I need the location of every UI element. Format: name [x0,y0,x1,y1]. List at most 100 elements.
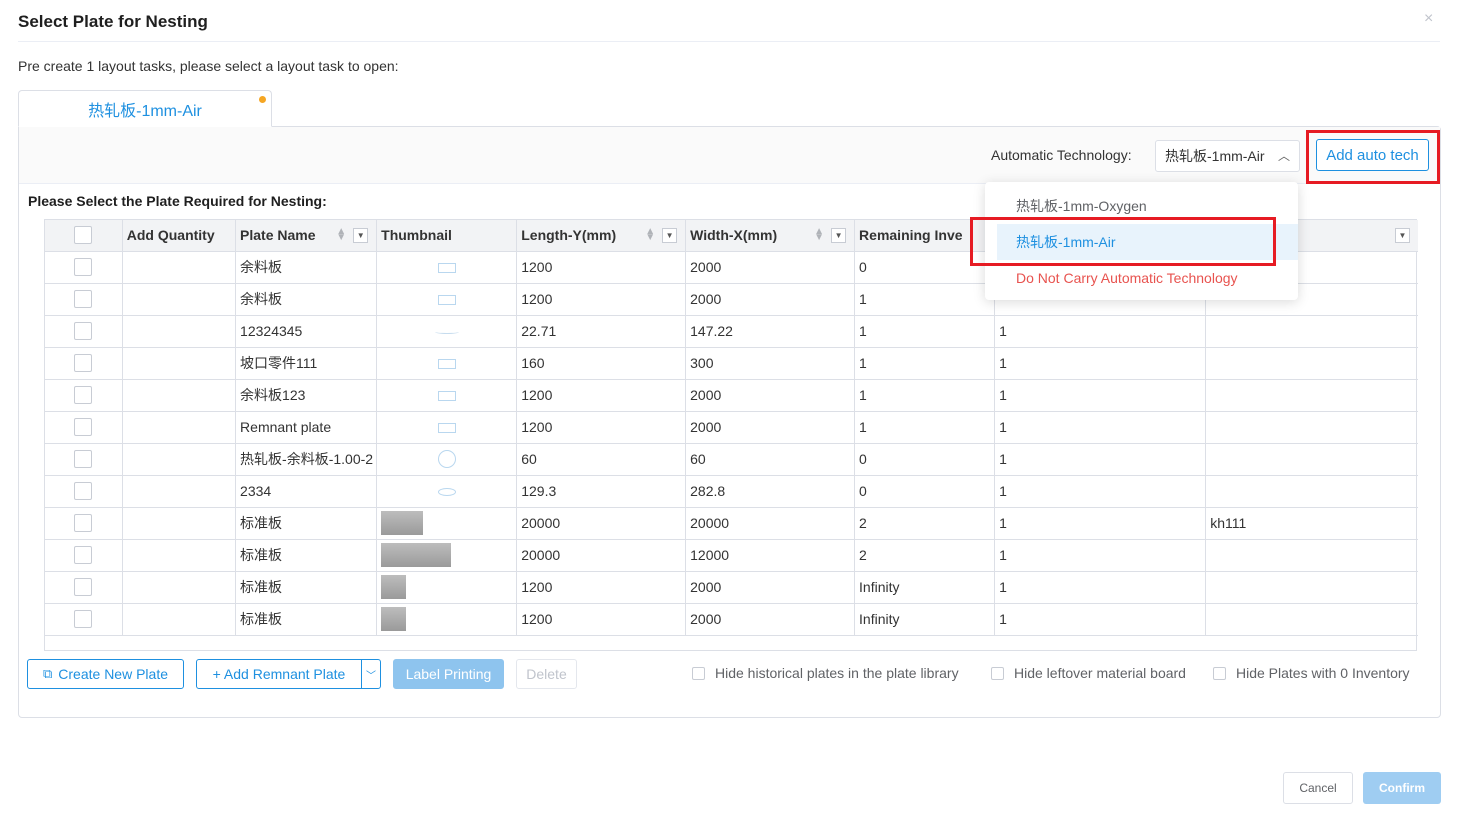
add-quantity-cell[interactable] [122,379,237,412]
col7-cell: kh111 [1205,507,1418,540]
header-add-quantity: Add Quantity [122,220,237,252]
thumbnail-cell [376,443,518,476]
label-printing-button[interactable]: Label Printing [393,659,504,689]
plate-thumbnail [437,450,456,469]
row-checkbox[interactable] [74,290,93,309]
hide-zero-inventory-option[interactable]: Hide Plates with 0 Inventory [1213,665,1410,681]
select-all-header [45,220,123,252]
add-quantity-cell[interactable] [122,315,237,348]
filter-icon[interactable]: ▼ [353,228,369,243]
remaining-cell: 0 [854,443,996,476]
add-auto-tech-button[interactable]: Add auto tech [1316,139,1429,171]
row-checkbox[interactable] [74,610,93,629]
col7-cell [1205,539,1418,572]
col6-cell: 1 [994,475,1207,508]
hide-zero-inventory-checkbox[interactable] [1213,666,1226,680]
add-quantity-cell[interactable] [122,443,237,476]
row-checkbox[interactable] [74,514,93,533]
row-checkbox[interactable] [74,450,93,469]
header-width[interactable]: Width-X(mm) ▲ ▼ ▼ [685,220,856,252]
thumbnail-cell [376,411,518,444]
add-quantity-cell[interactable] [122,347,237,380]
length-cell: 22.71 [516,315,687,348]
hide-leftover-option[interactable]: Hide leftover material board [991,665,1186,681]
select-all-checkbox[interactable] [74,226,93,245]
thumbnail-cell [376,507,518,540]
row-checkbox[interactable] [74,258,93,277]
col7-cell [1205,315,1418,348]
create-new-plate-label: Create New Plate [58,666,168,682]
thumbnail-cell [376,571,518,604]
row-checkbox[interactable] [74,386,93,405]
tech-select[interactable]: 热轧板-1mm-Air ︿ [1155,140,1300,172]
chevron-down-icon[interactable]: ﹀ [361,659,381,689]
length-cell: 1200 [516,379,687,412]
table-row[interactable]: 热轧板-余料板-1.00-2 60 60 0 1 [45,443,1418,476]
plate-name-cell: 2334 [235,475,378,508]
col7-cell [1205,347,1418,380]
add-quantity-cell[interactable] [122,251,237,284]
row-select-cell [45,571,123,604]
header-plate-name[interactable]: Plate Name ▲ ▼ ▼ [235,220,378,252]
delete-button[interactable]: Delete [516,659,577,689]
length-cell: 1200 [516,411,687,444]
sort-icon[interactable]: ▲ ▼ [814,227,824,243]
col6-cell: 1 [994,539,1207,572]
table-row[interactable]: 余料板123 1200 2000 1 1 [45,379,1418,412]
add-quantity-cell[interactable] [122,539,237,572]
cancel-button[interactable]: Cancel [1283,772,1353,804]
row-checkbox[interactable] [74,546,93,565]
table-row[interactable]: 12324345 22.71 147.22 1 1 [45,315,1418,348]
add-remnant-plate-button[interactable]: + Add Remnant Plate [196,659,362,689]
sort-icon[interactable]: ▲ ▼ [336,227,346,243]
table-row[interactable]: Remnant plate 1200 2000 1 1 [45,411,1418,444]
tech-option-oxygen[interactable]: 热轧板-1mm-Oxygen [985,188,1298,224]
tech-option-none[interactable]: Do Not Carry Automatic Technology [985,260,1298,296]
table-row[interactable]: 标准板 1200 2000 Infinity 1 [45,603,1418,636]
hide-historical-checkbox[interactable] [692,666,705,680]
row-checkbox[interactable] [74,322,93,341]
sort-icon[interactable]: ▲ ▼ [645,227,655,243]
create-new-plate-button[interactable]: ⧉ Create New Plate [27,659,184,689]
add-quantity-cell[interactable] [122,283,237,316]
table-row[interactable]: 标准板 1200 2000 Infinity 1 [45,571,1418,604]
title-divider [18,41,1440,42]
table-row[interactable]: 坡口零件111 160 300 1 1 [45,347,1418,380]
hide-leftover-checkbox[interactable] [991,666,1004,680]
table-row[interactable]: 标准板 20000 20000 2 1 kh111 [45,507,1418,540]
plate-thumbnail [437,295,456,306]
tech-option-air[interactable]: 热轧板-1mm-Air [997,224,1298,260]
col6-cell: 1 [994,315,1207,348]
add-quantity-cell[interactable] [122,507,237,540]
width-cell: 20000 [685,507,856,540]
add-quantity-cell[interactable] [122,475,237,508]
tab-layout-task[interactable]: 热轧板-1mm-Air [18,90,272,127]
close-icon[interactable]: × [1424,10,1433,28]
width-cell: 2000 [685,603,856,636]
col7-cell [1205,571,1418,604]
header-length[interactable]: Length-Y(mm) ▲ ▼ ▼ [516,220,687,252]
row-checkbox[interactable] [74,578,93,597]
remaining-cell: 0 [854,251,996,284]
row-checkbox[interactable] [74,418,93,437]
plate-name-cell: 标准板 [235,539,378,572]
confirm-button[interactable]: Confirm [1363,772,1441,804]
plate-name-cell: 热轧板-余料板-1.00-2 [235,443,378,476]
filter-icon[interactable]: ▼ [662,228,678,243]
header-remaining: Remaining Inve [854,220,996,252]
table-row[interactable]: 2334 129.3 282.8 0 1 [45,475,1418,508]
add-quantity-cell[interactable] [122,411,237,444]
row-select-cell [45,379,123,412]
row-checkbox[interactable] [74,354,93,373]
add-quantity-cell[interactable] [122,571,237,604]
length-cell: 60 [516,443,687,476]
add-quantity-cell[interactable] [122,603,237,636]
thumbnail-cell [376,315,518,348]
table-row[interactable]: 标准板 20000 12000 2 1 [45,539,1418,572]
thumbnail-cell [376,475,518,508]
row-checkbox[interactable] [74,482,93,501]
hide-historical-option[interactable]: Hide historical plates in the plate libr… [692,665,959,681]
tech-select-value: 热轧板-1mm-Air [1165,148,1265,164]
filter-icon[interactable]: ▼ [1395,228,1410,243]
filter-icon[interactable]: ▼ [831,228,847,243]
